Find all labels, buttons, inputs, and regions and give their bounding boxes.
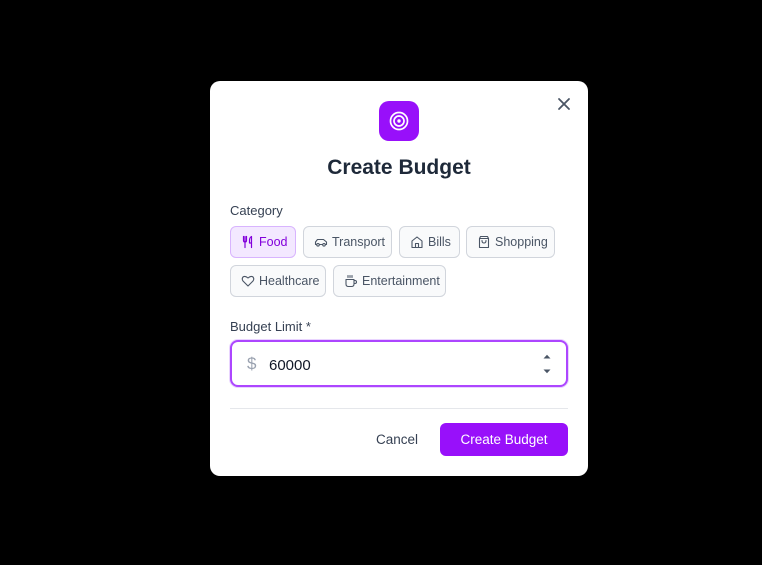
cancel-button[interactable]: Cancel	[361, 423, 433, 455]
close-button[interactable]	[554, 94, 574, 114]
budget-limit-label: Budget Limit *	[230, 319, 311, 334]
category-chip-shopping[interactable]: Shopping	[466, 226, 555, 258]
category-chip-label: Transport	[332, 235, 386, 249]
category-chip-transport[interactable]: Transport	[303, 226, 392, 258]
category-chip-label: Food	[259, 235, 288, 249]
home-icon	[411, 236, 423, 249]
coffee-icon	[345, 274, 358, 288]
close-icon	[558, 98, 570, 110]
category-chip-food[interactable]: Food	[230, 226, 296, 258]
dialog-icon-badge	[379, 101, 419, 141]
category-chip-label: Shopping	[495, 235, 548, 249]
shopping-bag-icon	[478, 235, 490, 249]
heart-icon	[241, 275, 255, 287]
utensils-icon	[242, 235, 253, 249]
chevron-up-icon[interactable]	[543, 354, 551, 359]
category-chip-label: Entertainment	[362, 274, 440, 288]
currency-symbol: $	[247, 354, 257, 373]
category-chip-label: Bills	[428, 235, 451, 249]
number-stepper[interactable]	[542, 354, 552, 374]
category-chip-label: Healthcare	[259, 274, 320, 288]
budget-limit-value[interactable]: 60000	[269, 357, 311, 374]
footer-divider	[230, 408, 568, 409]
category-label: Category	[230, 203, 283, 218]
category-chip-entertainment[interactable]: Entertainment	[333, 265, 446, 297]
create-budget-button[interactable]: Create Budget	[440, 423, 568, 456]
create-budget-dialog: Create Budget Category Food Transport Bi…	[210, 81, 588, 476]
category-chip-bills[interactable]: Bills	[399, 226, 460, 258]
dialog-title: Create Budget	[327, 156, 471, 179]
car-icon	[314, 238, 328, 247]
budget-limit-input[interactable]: $ 60000	[230, 340, 568, 387]
target-icon	[389, 111, 409, 131]
chevron-down-icon[interactable]	[543, 369, 551, 374]
category-chip-healthcare[interactable]: Healthcare	[230, 265, 326, 297]
